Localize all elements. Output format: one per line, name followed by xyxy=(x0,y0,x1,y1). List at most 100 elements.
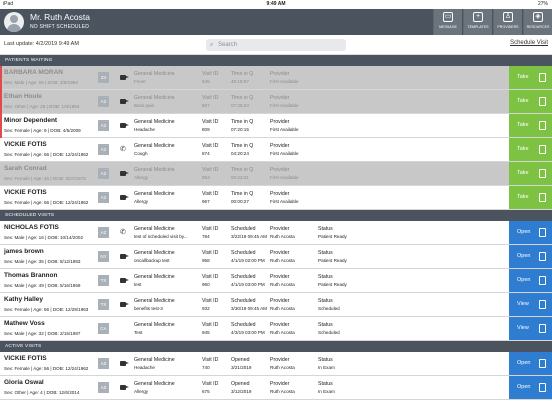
video-icon xyxy=(120,383,130,392)
open-button[interactable]: Open xyxy=(509,221,552,244)
open-label: Open xyxy=(517,229,531,235)
specialty: General Medicine xyxy=(134,167,175,173)
table-row[interactable]: Kathy Halley Sex: Female | Age: 56 | DOB:… xyxy=(0,293,552,317)
patient-name: Sarah Conrad xyxy=(4,165,47,172)
provider-label: Provider xyxy=(270,381,290,387)
open-button[interactable]: Open xyxy=(509,376,552,399)
resources-label: RESOURCES xyxy=(526,25,550,29)
opened-label: Opened xyxy=(231,381,250,387)
resources-button[interactable]: ◈ RESOURCES xyxy=(523,9,552,35)
search-placeholder: Search xyxy=(218,42,238,48)
take-button[interactable]: Take xyxy=(509,186,552,209)
take-button[interactable]: Take xyxy=(509,162,552,185)
room-badge: A2 xyxy=(98,192,109,203)
clipboard-icon xyxy=(539,145,546,154)
time-in-q-value: 04:20:24 xyxy=(231,151,249,156)
video-icon xyxy=(120,193,130,202)
clipboard-icon xyxy=(539,359,546,368)
visit-id-value: 967 xyxy=(202,199,210,204)
open-button[interactable]: Open xyxy=(509,269,552,292)
provider-label: Provider xyxy=(270,95,290,101)
view-button[interactable]: View xyxy=(509,317,552,340)
visit-id-label: Visit ID xyxy=(202,191,219,197)
specialty: General Medicine xyxy=(134,298,175,304)
table-row[interactable]: VICKIE FOTIS Sex: Female | Age: 56 | DOB:… xyxy=(0,186,552,210)
scheduled-label: Scheduled xyxy=(231,226,256,232)
priority-flag xyxy=(0,66,2,90)
visit-id-value: 809 xyxy=(202,127,210,132)
templates-icon: + xyxy=(473,12,483,22)
take-button[interactable]: Take xyxy=(509,138,552,161)
table-row[interactable]: Thomas Brannon Sex: Male | Age: 49 | DOB:… xyxy=(0,269,552,293)
open-label: Open xyxy=(517,360,531,366)
time-in-q-label: Time in Q xyxy=(231,191,254,197)
status-value: Patient Ready xyxy=(318,234,347,239)
visit-id-label: Visit ID xyxy=(202,298,219,304)
visit-id-label: Visit ID xyxy=(202,167,219,173)
patient-name: Kathy Halley xyxy=(4,296,44,303)
avatar[interactable] xyxy=(4,12,24,32)
view-button[interactable]: View xyxy=(509,293,552,316)
room-badge: A2 xyxy=(98,144,109,155)
room-badge: NY xyxy=(98,251,109,262)
room-badge: CA xyxy=(98,323,109,334)
take-button[interactable]: Take xyxy=(509,66,552,89)
schedule-visit-link[interactable]: Schedule Visit xyxy=(510,40,548,46)
visit-id-value: 945 xyxy=(202,330,210,335)
shift-status: NO SHIFT SCHEDULED xyxy=(30,24,90,30)
visit-id-value: 784 xyxy=(202,234,210,239)
open-button[interactable]: Open xyxy=(509,245,552,268)
visit-reason: Test xyxy=(134,330,143,335)
take-button[interactable]: Take xyxy=(509,114,552,137)
status-value: Scheduled xyxy=(318,330,340,335)
provider-value: First Available xyxy=(270,79,299,84)
visit-id-label: Visit ID xyxy=(202,143,219,149)
priority-flag xyxy=(0,221,2,245)
search-input[interactable]: ⌕ Search xyxy=(206,39,346,51)
priority-flag xyxy=(0,162,2,186)
visit-reason: test xyxy=(134,282,142,287)
table-row[interactable]: VICKIE FOTIS Sex: Female | Age: 56 | DOB:… xyxy=(0,352,552,376)
status-label: Status xyxy=(318,250,333,256)
table-row[interactable]: BARBARA MORAN Sex: Male | Age: 55 | DOB: … xyxy=(0,66,552,90)
table-row[interactable]: NICHOLAS FOTIS Sex: Male | Age: 16 | DOB:… xyxy=(0,221,552,245)
priority-flag xyxy=(0,269,2,293)
patient-info: Sex: Other | Age: 4 | DOB: 12/6/2014 xyxy=(4,390,80,395)
search-icon: ⌕ xyxy=(210,42,214,48)
priority-flag xyxy=(0,138,2,162)
patient-info: Sex: Female | Age: 9 | DOB: 4/5/2009 xyxy=(4,128,81,133)
clipboard-icon xyxy=(539,169,546,178)
table-row[interactable]: Gloria Oswal Sex: Other | Age: 4 | DOB: 1… xyxy=(0,376,552,400)
provider-value: Ruth Acosta xyxy=(270,234,295,239)
open-button[interactable]: Open xyxy=(509,352,552,375)
provider-value: Ruth Acosta xyxy=(270,330,295,335)
templates-button[interactable]: + TEMPLATES xyxy=(463,9,492,35)
table-row[interactable]: Sarah Conrad Sex: Female | Age: 46 | DOB:… xyxy=(0,162,552,186)
table-row[interactable]: Mathew Voss Sex: Male | Age: 32 | DOB: 2/… xyxy=(0,317,552,341)
table-row[interactable]: VICKIE FOTIS Sex: Female | Age: 56 | DOB:… xyxy=(0,138,552,162)
message-button[interactable]: ▭ MESSAGE xyxy=(433,9,462,35)
table-row[interactable]: james brown Sex: Male | Age: 35 | DOB: 8/… xyxy=(0,245,552,269)
take-button[interactable]: Take xyxy=(509,90,552,113)
visit-reason: Headache xyxy=(134,127,155,132)
providers-button[interactable]: ♙ PROVIDERS xyxy=(493,9,522,35)
visit-id-value: 958 xyxy=(202,258,210,263)
visit-reason: Cough xyxy=(134,151,148,156)
opened-value: 3/12/2019 xyxy=(231,389,252,394)
open-label: Open xyxy=(517,253,531,259)
visit-reason: benefits test-3 xyxy=(134,306,163,311)
table-row[interactable]: Minor Dependent Sex: Female | Age: 9 | DO… xyxy=(0,114,552,138)
time-in-q-label: Time in Q xyxy=(231,71,254,77)
priority-flag xyxy=(0,245,2,269)
status-value: Scheduled xyxy=(318,306,340,311)
visit-id-label: Visit ID xyxy=(202,322,219,328)
provider-label: Provider xyxy=(270,298,290,304)
clipboard-icon xyxy=(539,97,546,106)
patient-name: NICHOLAS FOTIS xyxy=(4,224,59,231)
clock-label: 9:49 AM xyxy=(266,1,286,7)
room-badge: A2 xyxy=(98,120,109,131)
scheduled-label: Scheduled xyxy=(231,250,256,256)
table-row[interactable]: Ethan Houle Sex: Other | Age: 25 | DOB: 1… xyxy=(0,90,552,114)
status-label: Status xyxy=(318,274,333,280)
patient-info: Sex: Female | Age: 56 | DOB: 12/24/1962 xyxy=(4,366,89,371)
